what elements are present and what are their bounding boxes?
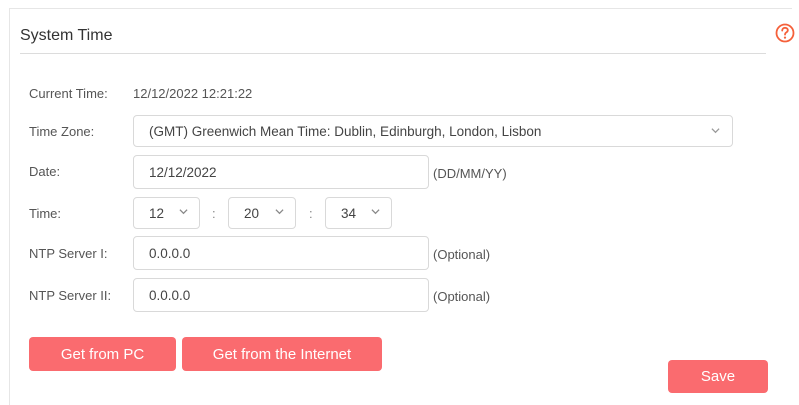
second-value: 34 <box>341 205 357 221</box>
time-zone-label: Time Zone: <box>29 124 95 139</box>
ntp-server-2-label: NTP Server II: <box>29 288 112 303</box>
chevron-down-icon <box>371 209 380 215</box>
current-time-label: Current Time: <box>29 86 108 101</box>
title-divider <box>20 53 766 54</box>
ntp-server-1-label: NTP Server I: <box>29 246 108 261</box>
ntp-server-2-input[interactable]: 0.0.0.0 <box>133 278 429 312</box>
time-zone-value: (GMT) Greenwich Mean Time: Dublin, Edinb… <box>149 123 542 139</box>
time-separator: : <box>309 206 313 221</box>
save-button[interactable]: Save <box>668 360 768 393</box>
chevron-down-icon <box>711 128 720 134</box>
date-format-hint: (DD/MM/YY) <box>433 166 507 181</box>
question-circle-icon[interactable] <box>775 23 795 43</box>
get-from-internet-button[interactable]: Get from the Internet <box>182 337 382 371</box>
ntp-server-2-hint: (Optional) <box>433 289 491 304</box>
date-label: Date: <box>29 164 61 179</box>
get-from-pc-button[interactable]: Get from PC <box>29 337 176 371</box>
ntp-server-1-input[interactable]: 0.0.0.0 <box>133 236 429 270</box>
minute-value: 20 <box>244 205 260 221</box>
time-separator: : <box>212 206 216 221</box>
time-label: Time: <box>29 206 62 221</box>
ntp-server-1-hint: (Optional) <box>433 247 491 262</box>
hour-value: 12 <box>149 205 165 221</box>
minute-select[interactable]: 20 <box>228 197 296 229</box>
date-input[interactable]: 12/12/2022 <box>133 155 429 189</box>
time-zone-select[interactable]: (GMT) Greenwich Mean Time: Dublin, Edinb… <box>133 115 733 147</box>
current-time-value: 12/12/2022 12:21:22 <box>133 86 253 101</box>
second-select[interactable]: 34 <box>325 197 392 229</box>
section-title: System Time <box>20 27 113 44</box>
chevron-down-icon <box>275 209 284 215</box>
hour-select[interactable]: 12 <box>133 197 200 229</box>
chevron-down-icon <box>179 209 188 215</box>
